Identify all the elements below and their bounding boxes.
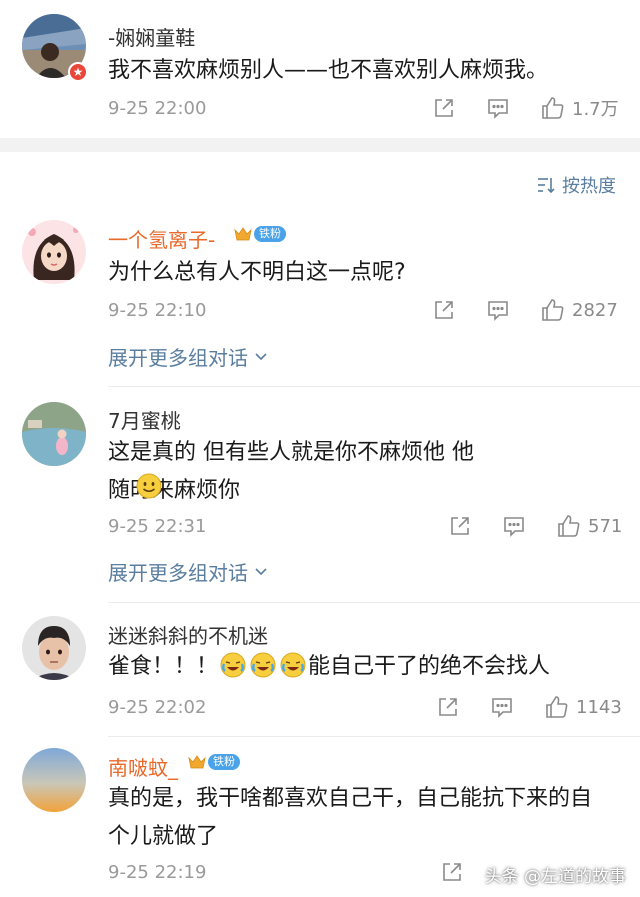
like-count: 571 bbox=[588, 515, 623, 537]
badge-label: 铁粉 bbox=[254, 226, 286, 242]
divider bbox=[108, 602, 640, 603]
share-button[interactable] bbox=[436, 695, 460, 719]
comment-button[interactable] bbox=[486, 298, 510, 322]
share-button[interactable] bbox=[432, 298, 456, 322]
like-count: 1.7万 bbox=[572, 99, 619, 120]
expand-replies-link[interactable]: 展开更多组对话 bbox=[108, 342, 268, 371]
username[interactable]: 一个氢离子- bbox=[108, 224, 215, 253]
sort-by-hot-button[interactable]: 按热度 bbox=[536, 172, 616, 198]
fan-badge: 铁粉 bbox=[234, 226, 286, 242]
chevron-down-icon bbox=[255, 352, 267, 360]
like-count: 2827 bbox=[572, 299, 618, 321]
fan-badge: 铁粉 bbox=[188, 754, 240, 770]
comment-button[interactable] bbox=[486, 96, 510, 120]
share-icon bbox=[439, 698, 457, 716]
username[interactable]: 南啵蚊_ bbox=[108, 752, 178, 781]
like-count: 1143 bbox=[576, 696, 622, 718]
comment-text: 真的是，我干啥都喜欢自己干，自己能抗下来的自个儿就做了 bbox=[108, 786, 593, 849]
username[interactable]: 7月蜜桃 bbox=[108, 405, 181, 434]
timestamp: 9-25 22:00 bbox=[108, 98, 207, 119]
timestamp: 9-25 22:31 bbox=[108, 516, 207, 537]
like-button[interactable]: 2827 bbox=[540, 297, 618, 323]
avatar[interactable] bbox=[22, 616, 86, 680]
expand-label: 展开更多组对话 bbox=[108, 346, 248, 370]
watermark: 头条 @左道的故事 bbox=[484, 867, 626, 887]
like-button[interactable]: 1.7万 bbox=[540, 95, 619, 121]
section-divider bbox=[0, 138, 640, 152]
share-icon bbox=[451, 517, 469, 535]
divider bbox=[108, 736, 640, 737]
expand-replies-link[interactable]: 展开更多组对话 bbox=[108, 557, 268, 586]
username[interactable]: 迷迷斜斜的不机迷 bbox=[108, 620, 268, 649]
comment-text-prefix: 雀食！！！ bbox=[108, 654, 219, 679]
comment-icon bbox=[504, 517, 524, 537]
timestamp: 9-25 22:19 bbox=[108, 862, 207, 883]
share-icon bbox=[435, 301, 453, 319]
thumbs-up-icon bbox=[546, 696, 568, 718]
laugh-cry-emoji-icon bbox=[250, 652, 276, 678]
comment-text: 为什么总有人不明白这一点呢? bbox=[108, 260, 406, 285]
comment-button[interactable] bbox=[490, 695, 514, 719]
smile-emoji-icon bbox=[136, 473, 162, 499]
comment-icon bbox=[488, 99, 508, 119]
laugh-cry-emoji-icon bbox=[220, 652, 246, 678]
sort-label: 按热度 bbox=[562, 176, 616, 197]
share-button[interactable] bbox=[432, 96, 456, 120]
like-button[interactable]: 571 bbox=[556, 513, 622, 539]
avatar[interactable] bbox=[22, 220, 86, 284]
timestamp: 9-25 22:10 bbox=[108, 300, 207, 321]
thumbs-up-icon bbox=[558, 515, 580, 537]
share-button[interactable] bbox=[448, 514, 472, 538]
verified-badge-icon bbox=[68, 62, 88, 82]
original-post: -娴娴童鞋 我不喜欢麻烦别人——也不喜欢别人麻烦我。 9-25 22:00 1.… bbox=[0, 0, 640, 138]
badge-label: 铁粉 bbox=[208, 754, 240, 770]
thumbs-up-icon bbox=[542, 97, 564, 119]
thumbs-up-icon bbox=[542, 299, 564, 321]
comment-icon bbox=[492, 698, 512, 718]
avatar[interactable] bbox=[22, 748, 86, 812]
expand-label: 展开更多组对话 bbox=[108, 561, 248, 585]
smile-emoji bbox=[134, 473, 164, 499]
divider bbox=[108, 386, 640, 387]
crown-icon bbox=[188, 755, 206, 769]
chevron-down-icon bbox=[255, 567, 267, 575]
share-button[interactable] bbox=[440, 860, 464, 884]
avatar[interactable] bbox=[22, 402, 86, 466]
sort-icon bbox=[538, 178, 555, 194]
post-text: 我不喜欢麻烦别人——也不喜欢别人麻烦我。 bbox=[108, 58, 549, 83]
comment-text: 雀食！！！ 能自己干了的绝不会找人 bbox=[108, 648, 618, 686]
comment-text-suffix: 能自己干了的绝不会找人 bbox=[308, 654, 551, 679]
crown-icon bbox=[234, 227, 252, 241]
comment-button[interactable] bbox=[502, 514, 526, 538]
comment-icon bbox=[488, 301, 508, 321]
comment-text: 这是真的 但有些人就是你不麻烦他 他随时来麻烦你 bbox=[108, 440, 474, 503]
share-icon bbox=[435, 99, 453, 117]
like-button[interactable]: 1143 bbox=[544, 694, 622, 720]
username[interactable]: -娴娴童鞋 bbox=[108, 22, 195, 51]
laugh-cry-emoji-icon bbox=[280, 652, 306, 678]
timestamp: 9-25 22:02 bbox=[108, 697, 207, 718]
share-icon bbox=[443, 863, 461, 881]
